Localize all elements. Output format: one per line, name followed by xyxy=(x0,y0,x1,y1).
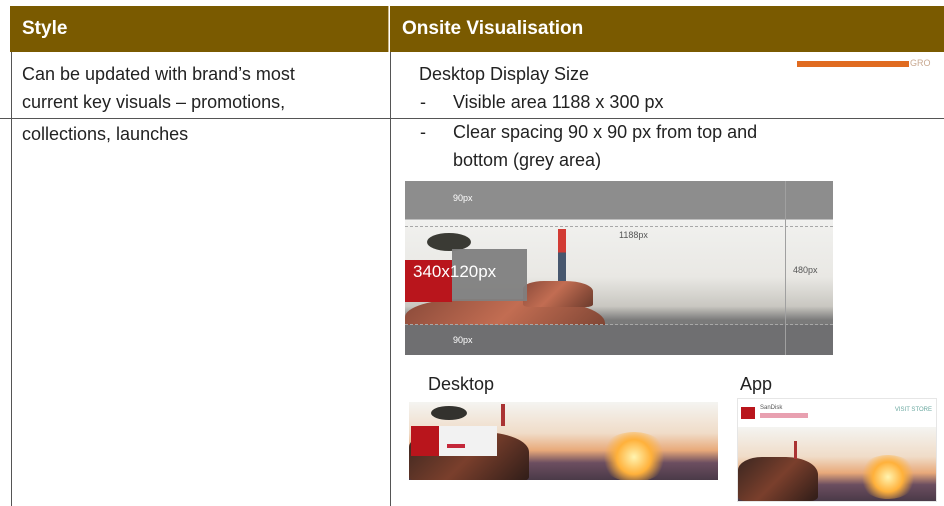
bullet-dash-1: - xyxy=(420,92,426,112)
style-text-line-3: collections, launches xyxy=(22,124,189,144)
app-preview-brand: SanDisk xyxy=(760,405,783,411)
gro-label: GRO xyxy=(910,58,931,68)
cliff-top-rock xyxy=(523,281,593,307)
bottom-visible-boundary xyxy=(405,324,833,325)
app-preview-image: SanDisk VISIT STORE xyxy=(737,398,937,502)
banner-dimension-diagram: 340x120px 90px 90px 1188px 480px xyxy=(405,181,833,355)
app-preview-person xyxy=(794,441,797,459)
height-label: 480px xyxy=(793,265,818,275)
app-preview-logo xyxy=(741,407,755,419)
app-sunset-glow xyxy=(858,455,918,499)
table-column-divider xyxy=(390,52,391,506)
box-size-label: 340x120px xyxy=(413,262,497,281)
person-on-cliff xyxy=(558,229,566,281)
desktop-preview-image xyxy=(409,402,718,480)
desktop-preview-logo xyxy=(411,426,439,456)
clear-spacing-bullet-line-2: bottom (grey area) xyxy=(453,150,602,170)
sunset-glow xyxy=(599,432,669,480)
style-text-line-1: Can be updated with brand’s most xyxy=(22,64,295,84)
onsite-column-header: Onsite Visualisation xyxy=(390,6,944,52)
top-spacing-label: 90px xyxy=(453,193,473,203)
table-row-divider xyxy=(0,118,944,119)
app-preview-cliff xyxy=(738,457,818,501)
orange-accent-bar xyxy=(797,61,909,67)
app-preview-brand-bar xyxy=(760,413,808,418)
table-left-border xyxy=(11,52,12,506)
app-preview-label: App xyxy=(740,374,773,394)
width-label: 1188px xyxy=(619,230,648,240)
visible-area-bullet: Visible area 1188 x 300 px xyxy=(453,92,664,112)
desktop-display-size-title: Desktop Display Size xyxy=(419,64,590,84)
style-column-header: Style xyxy=(10,6,389,52)
style-text-line-2: current key visuals – promotions, xyxy=(22,92,286,112)
desktop-preview-label: Desktop xyxy=(428,374,495,394)
desktop-preview-person xyxy=(501,404,505,426)
desktop-preview-textbox xyxy=(439,426,497,456)
bullet-dash-2: - xyxy=(420,122,426,142)
desktop-preview-cta xyxy=(447,444,465,448)
clear-spacing-bullet-line-1: Clear spacing 90 x 90 px from top and xyxy=(453,122,758,142)
desktop-preview-tree xyxy=(431,406,467,420)
app-preview-photo xyxy=(738,427,936,501)
bottom-spacing-label: 90px xyxy=(453,335,473,345)
right-visible-boundary xyxy=(785,181,786,355)
app-preview-store-link: VISIT STORE xyxy=(894,407,932,413)
top-visible-boundary xyxy=(405,226,833,227)
